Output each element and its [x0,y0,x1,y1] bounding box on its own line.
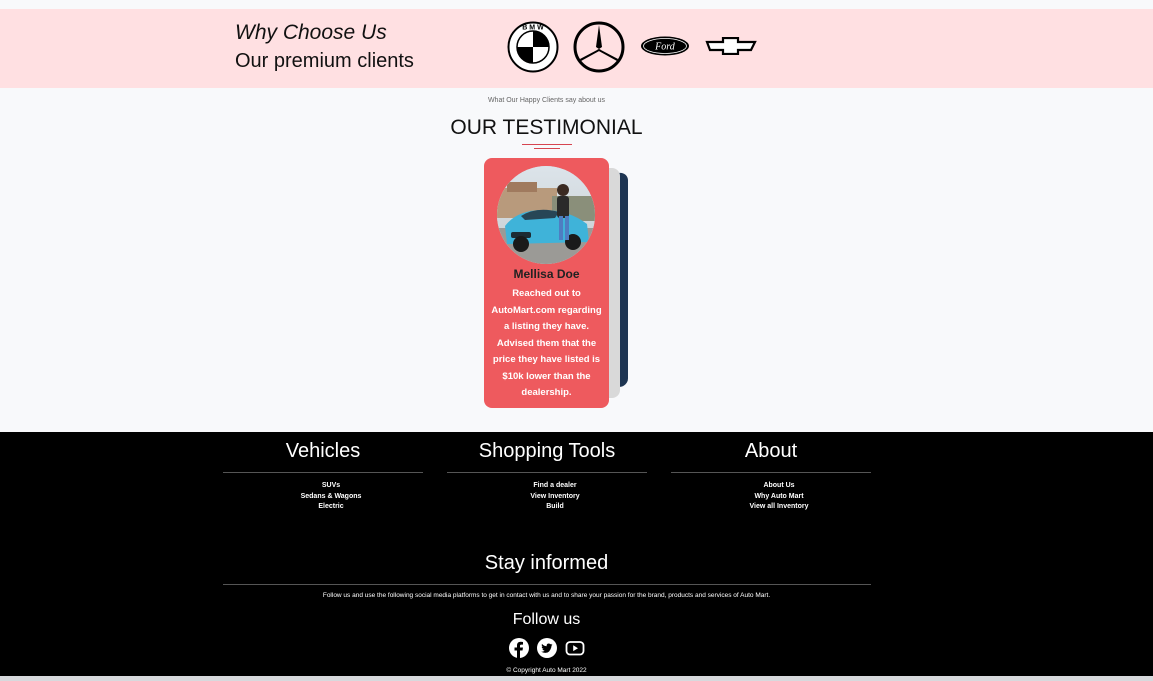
footer-column-title: Shopping Tools [478,440,616,462]
footer-link-view-inventory[interactable]: View Inventory [447,492,663,503]
title-underline-short [534,148,560,149]
chevrolet-logo [705,37,757,55]
follow-us-title: Follow us [512,611,581,628]
testimonial-title: OUR TESTIMONIAL [450,116,643,139]
premium-clients-section: Why Choose Us Our premium clients B M W … [0,9,1153,88]
youtube-icon[interactable] [565,638,585,658]
client-avatar [497,166,595,264]
ford-logo: Ford [641,36,689,56]
copyright-text: © Copyright Auto Mart 2022 [506,667,587,674]
footer-links: About Us Why Auto Mart View all Inventor… [671,481,887,513]
footer-link-find-dealer[interactable]: Find a dealer [447,481,663,492]
footer-link-suvs[interactable]: SUVs [223,481,439,492]
divider [671,472,871,473]
footer-links: Find a dealer View Inventory Build [447,481,663,513]
footer-link-about-us[interactable]: About Us [671,481,887,492]
bmw-logo-text: B M W [522,25,544,32]
footer-link-electric[interactable]: Electric [223,502,439,513]
testimonial-kicker: What Our Happy Clients say about us [487,97,606,104]
bottom-bar [0,676,1153,681]
stay-informed-title: Stay informed [484,552,609,574]
client-name: Mellisa Doe [513,267,580,281]
stay-informed-text: Follow us and use the following social m… [322,592,771,599]
bmw-logo: B M W [507,21,559,73]
footer-links: SUVs Sedans & Wagons Electric [223,481,439,513]
clients-subtitle: Our premium clients [235,50,414,72]
testimonial-card[interactable]: Mellisa Doe Reached out to AutoMart.com … [484,158,609,408]
clients-title: Why Choose Us [235,21,387,44]
divider [223,584,871,585]
site-footer: Vehicles SUVs Sedans & Wagons Electric S… [0,432,1153,676]
divider [223,472,423,473]
top-strip [0,0,1153,9]
footer-link-why-auto-mart[interactable]: Why Auto Mart [671,492,887,503]
footer-link-sedans-wagons[interactable]: Sedans & Wagons [223,492,439,503]
footer-link-build[interactable]: Build [447,502,663,513]
footer-link-view-all-inventory[interactable]: View all Inventory [671,502,887,513]
facebook-icon[interactable] [509,638,529,658]
twitter-icon[interactable] [537,638,557,658]
title-underline [522,144,572,145]
testimonial-text: Reached out to AutoMart.com regarding a … [491,288,602,398]
footer-column-title: About [744,440,798,462]
ford-logo-text: Ford [654,42,676,53]
footer-column-title: Vehicles [285,440,361,462]
divider [447,472,647,473]
mercedes-logo [573,21,625,73]
